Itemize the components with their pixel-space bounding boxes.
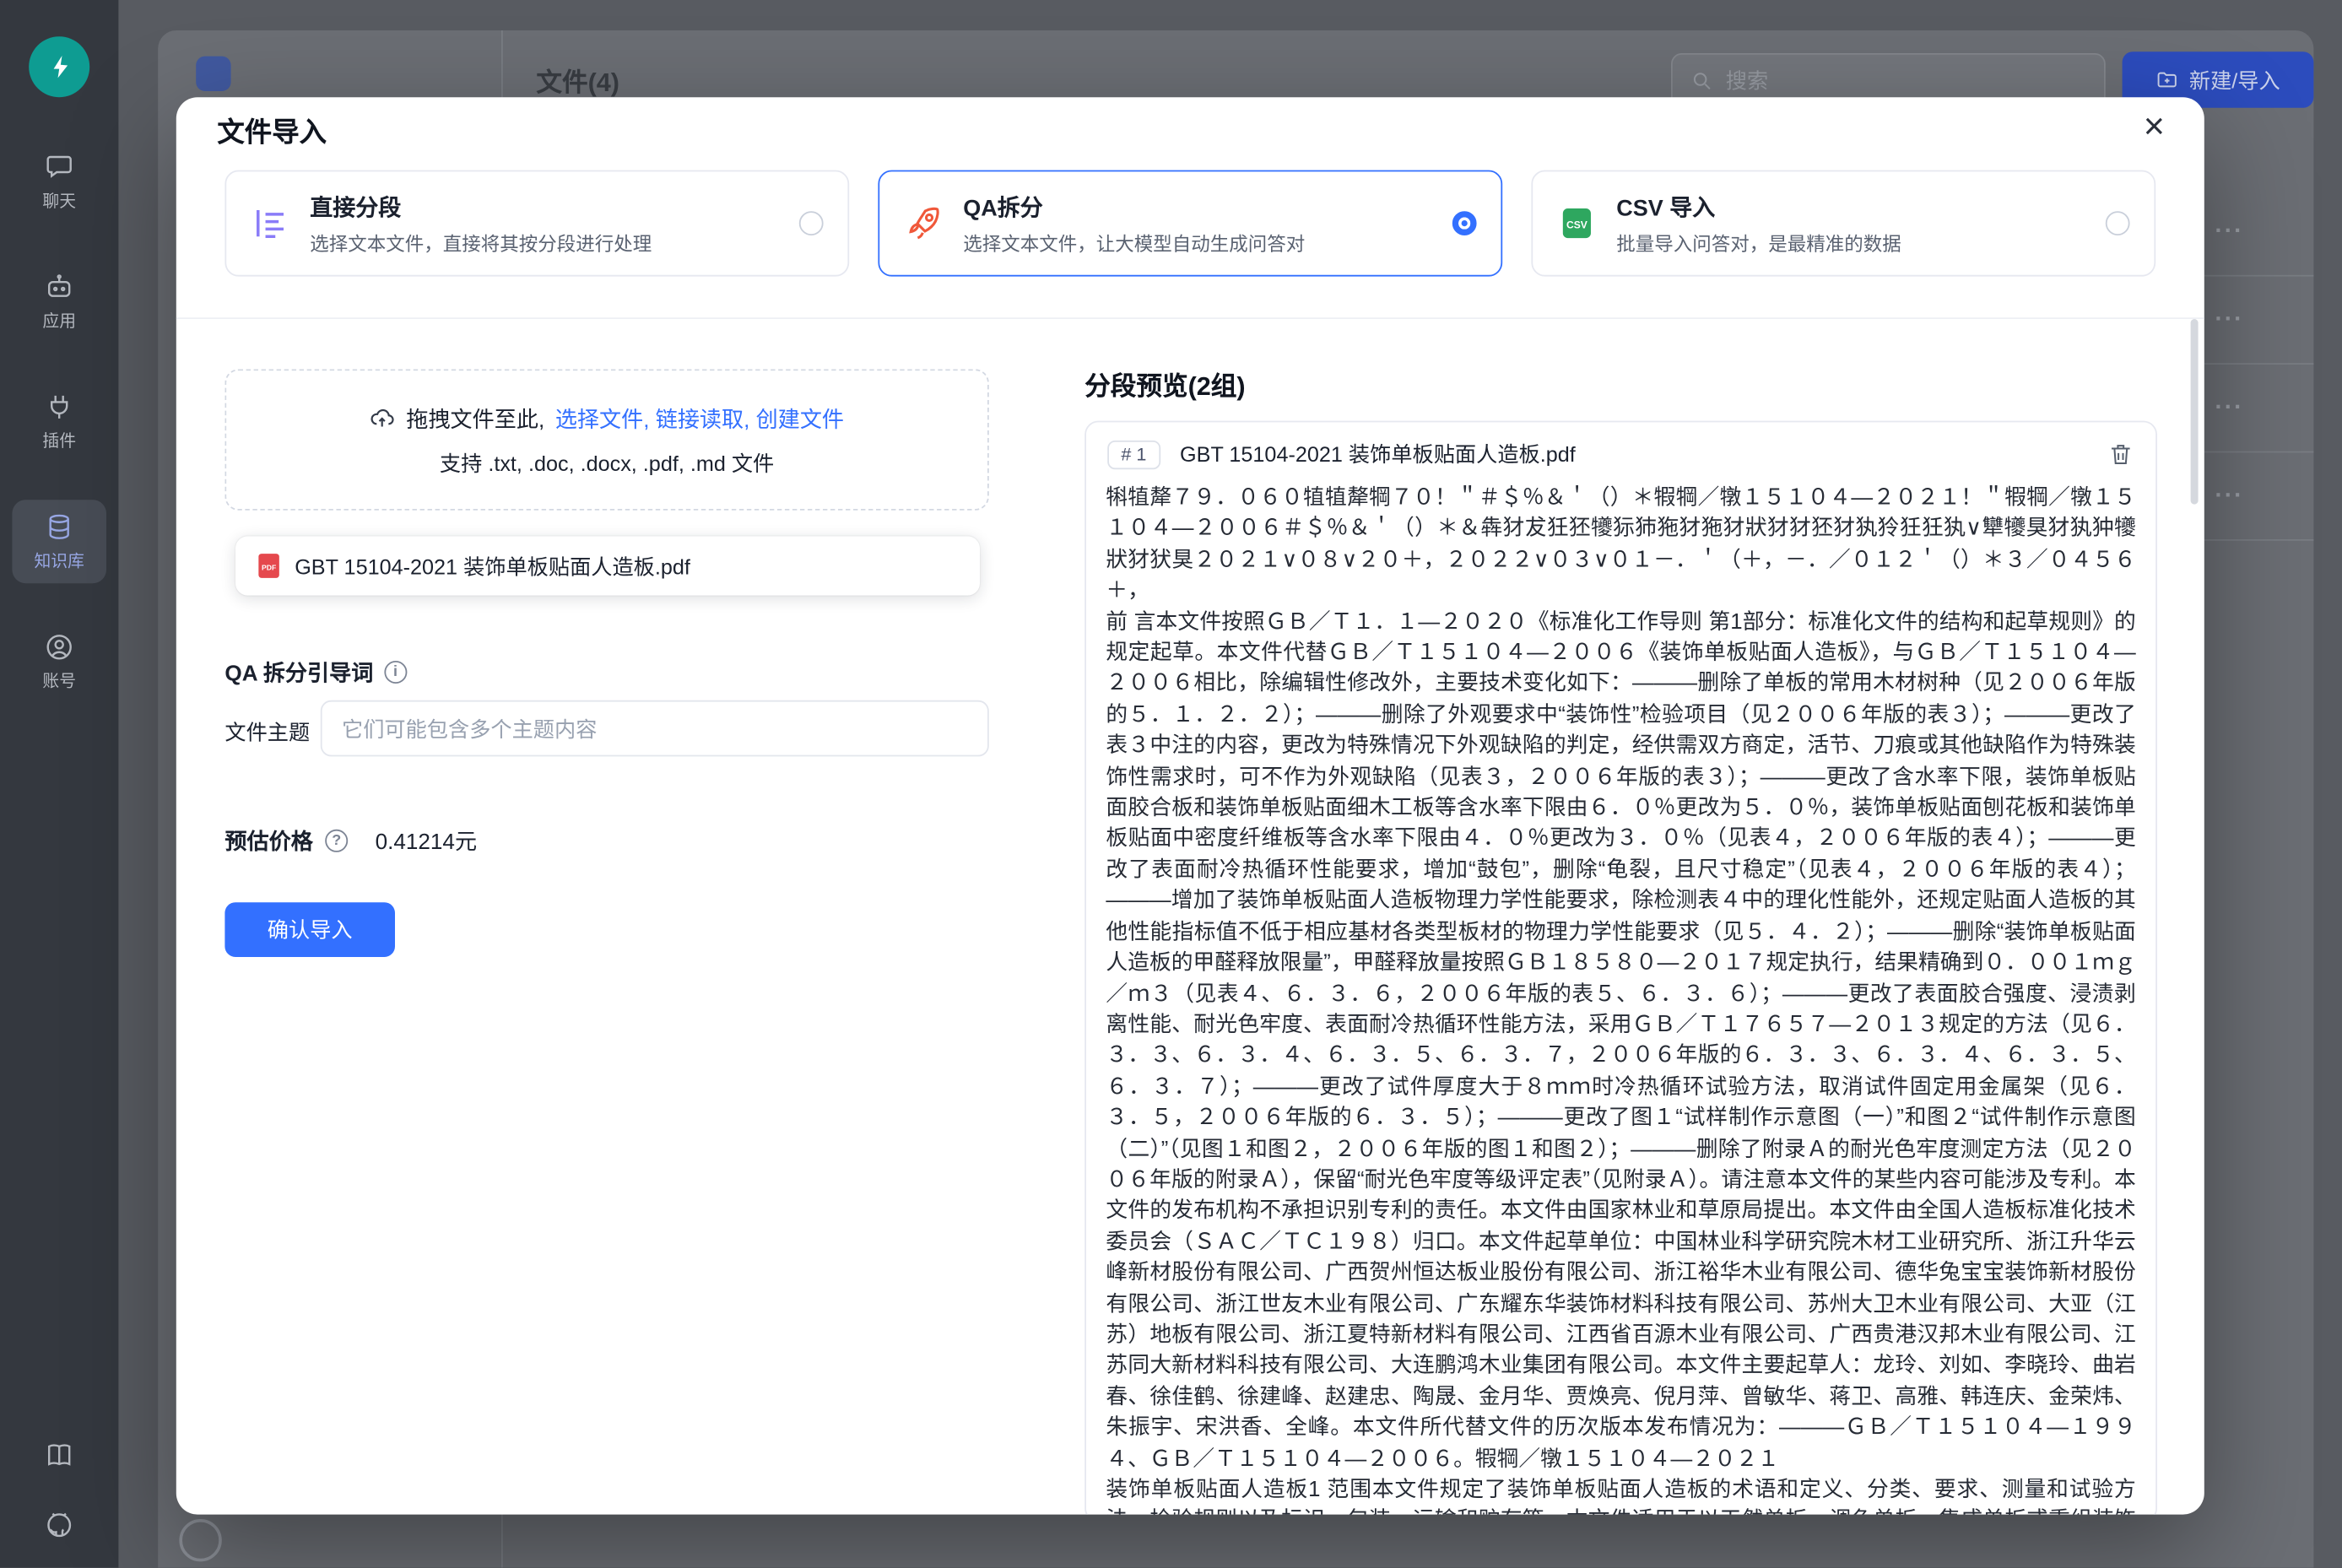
chat-icon: [44, 152, 74, 182]
svg-text:PDF: PDF: [262, 564, 276, 572]
create-import-label: 新建/导入: [2189, 65, 2280, 95]
mode-card-qa-split[interactable]: QA拆分 选择文本文件，让大模型自动生成问答对: [878, 170, 1502, 277]
modal-scrollbar[interactable]: [2191, 319, 2199, 505]
dataset-avatar: [196, 57, 230, 91]
folder-import-icon: [2155, 68, 2178, 91]
modal-divider: [176, 317, 2204, 319]
csv-file-icon: CSV: [1554, 201, 1599, 246]
chunk-paragraph: 装饰单板贴面人造板1 范围本文件规定了装饰单板贴面人造板的术语和定义、分类、要求…: [1106, 1475, 2135, 1515]
import-mode-cards: 直接分段 选择文本文件，直接将其按分段进行处理 QA拆分 选择文本文件，让大模型…: [224, 170, 2155, 277]
sidebar-item-label: 插件: [42, 429, 76, 453]
floating-avatar[interactable]: [179, 1519, 221, 1561]
mode-desc: 批量导入问答对，是最精准的数据: [1616, 227, 1901, 256]
robot-icon: [44, 272, 74, 302]
table-row-divider: [2204, 539, 2314, 541]
user-icon: [44, 632, 74, 662]
uploaded-file-item[interactable]: PDF GBT 15104-2021 装饰单板贴面人造板.pdf: [235, 536, 980, 595]
price-help-icon[interactable]: ?: [325, 830, 348, 852]
topic-input[interactable]: [321, 700, 989, 757]
app-root: 聊天 应用 插件 知识库 账号: [0, 0, 2342, 1568]
row-more-button[interactable]: ···: [2215, 483, 2275, 510]
sidebar-item-apps[interactable]: 应用: [12, 260, 106, 343]
database-icon: [44, 512, 74, 543]
file-dropzone[interactable]: 拖拽文件至此, 选择文件, 链接读取, 创建文件 支持 .txt, .doc, …: [224, 369, 988, 510]
chunk-preview-text: 犐犆犛７９．０６０犆犆犛犅７０！＂＃＄％＆＇（）＊犌犅／犜１５１０４—２０２１！…: [1086, 479, 2155, 1515]
sidebar-item-label: 账号: [42, 668, 76, 693]
mode-desc: 选择文本文件，直接将其按分段进行处理: [310, 227, 652, 256]
sidebar-nav: 聊天 应用 插件 知识库 账号: [0, 140, 118, 704]
row-more-button[interactable]: ···: [2215, 219, 2275, 246]
sidebar-bottom: [44, 1440, 74, 1567]
chunk-paragraph: 犐犆犛７９．０６０犆犆犛犅７０！＂＃＄％＆＇（）＊犌犅／犜１５１０４—２０２１！…: [1106, 483, 2135, 607]
mode-card-csv-import[interactable]: CSV CSV 导入 批量导入问答对，是最精准的数据: [1531, 170, 2155, 277]
mode-title: 直接分段: [310, 191, 652, 223]
page-title: 文件(4): [536, 61, 619, 99]
price-value: 0.41214元: [376, 825, 477, 857]
sidebar: 聊天 应用 插件 知识库 账号: [0, 0, 118, 1568]
mode-title: CSV 导入: [1616, 191, 1901, 223]
sidebar-item-knowledge-base[interactable]: 知识库: [12, 500, 106, 583]
chunk-index-badge: # 1: [1107, 440, 1160, 468]
svg-text:CSV: CSV: [1566, 219, 1587, 230]
dropzone-text: 拖拽文件至此,: [406, 402, 544, 434]
file-import-modal: 文件导入 × 直接分段 选择文本文件，直接将其按分段进行处理 QA拆分: [176, 97, 2204, 1514]
row-more-button[interactable]: ···: [2215, 307, 2275, 334]
rocket-icon: [901, 201, 946, 246]
paragraph-split-icon: [247, 201, 293, 246]
price-label: 预估价格: [224, 825, 312, 857]
sidebar-item-chat[interactable]: 聊天: [12, 140, 106, 224]
info-icon[interactable]: i: [384, 661, 407, 684]
mode-title: QA拆分: [963, 191, 1305, 223]
sidebar-item-label: 聊天: [42, 188, 76, 213]
sidebar-item-account[interactable]: 账号: [12, 619, 106, 703]
plug-icon: [44, 392, 74, 422]
radio-csv-import[interactable]: [2106, 211, 2130, 235]
dropzone-support-text: 支持 .txt, .doc, .docx, .pdf, .md 文件: [440, 447, 774, 478]
mode-desc: 选择文本文件，让大模型自动生成问答对: [963, 227, 1305, 256]
close-icon[interactable]: ×: [2131, 105, 2177, 150]
github-icon[interactable]: [44, 1510, 74, 1540]
chunk-file-title: GBT 15104-2021 装饰单板贴面人造板.pdf: [1180, 439, 2087, 469]
radio-qa-split[interactable]: [1452, 211, 1477, 235]
mode-card-direct-split[interactable]: 直接分段 选择文本文件，直接将其按分段进行处理: [224, 170, 849, 277]
table-row-divider: [2204, 451, 2314, 453]
delete-chunk-icon[interactable]: [2107, 441, 2134, 468]
pdf-file-icon: PDF: [257, 551, 281, 580]
app-logo[interactable]: [29, 36, 89, 97]
modal-title: 文件导入: [217, 111, 327, 150]
qa-prompt-label: QA 拆分引导词: [224, 657, 373, 689]
radio-direct-split[interactable]: [799, 211, 824, 235]
upload-cloud-icon: [370, 405, 396, 431]
topic-label: 文件主题: [224, 717, 310, 748]
row-more-button[interactable]: ···: [2215, 395, 2275, 422]
dropzone-links[interactable]: 选择文件, 链接读取, 创建文件: [555, 402, 844, 434]
search-placeholder: 搜索: [1726, 65, 1768, 95]
uploaded-file-name: GBT 15104-2021 装饰单板贴面人造板.pdf: [295, 551, 690, 581]
chunk-preview-card: # 1 GBT 15104-2021 装饰单板贴面人造板.pdf 犐犆犛７９．０…: [1084, 421, 2157, 1515]
sidebar-item-plugins[interactable]: 插件: [12, 380, 106, 463]
sidebar-item-label: 应用: [42, 308, 76, 333]
table-row-divider: [2204, 363, 2314, 365]
preview-heading: 分段预览(2组): [1084, 365, 1245, 403]
confirm-import-button[interactable]: 确认导入: [224, 902, 395, 957]
sidebar-item-label: 知识库: [35, 549, 84, 573]
logo-icon: [42, 50, 76, 84]
table-row-divider: [2204, 275, 2314, 277]
docs-icon[interactable]: [44, 1440, 74, 1470]
chunk-paragraph: 前 言本文件按照ＧＢ／Ｔ１．１—２０２０《标准化工作导则 第1部分：标准化文件的…: [1106, 607, 2135, 1474]
search-icon: [1690, 69, 1713, 92]
